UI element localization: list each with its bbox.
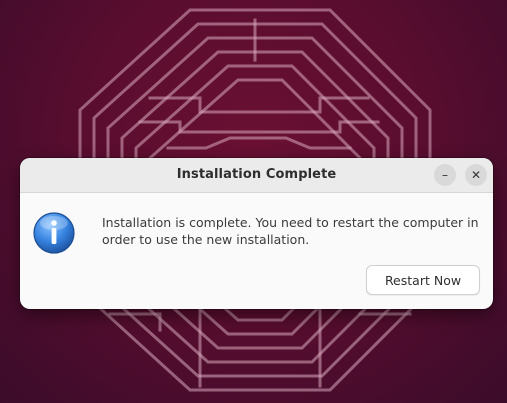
minimize-icon: – [442,168,448,182]
close-icon: ✕ [470,168,482,182]
minimize-button[interactable]: – [434,164,456,186]
dialog-message: Installation is complete. You need to re… [102,215,479,247]
dialog-titlebar[interactable]: Installation Complete – ✕ [20,158,493,193]
info-icon [33,212,75,254]
close-button[interactable]: ✕ [465,164,487,186]
dialog-title: Installation Complete [176,167,337,182]
dialog-content: Installation is complete. You need to re… [20,193,493,309]
installation-complete-dialog: Installation Complete – ✕ Installation i… [20,158,493,309]
restart-now-button[interactable]: Restart Now [366,265,480,295]
